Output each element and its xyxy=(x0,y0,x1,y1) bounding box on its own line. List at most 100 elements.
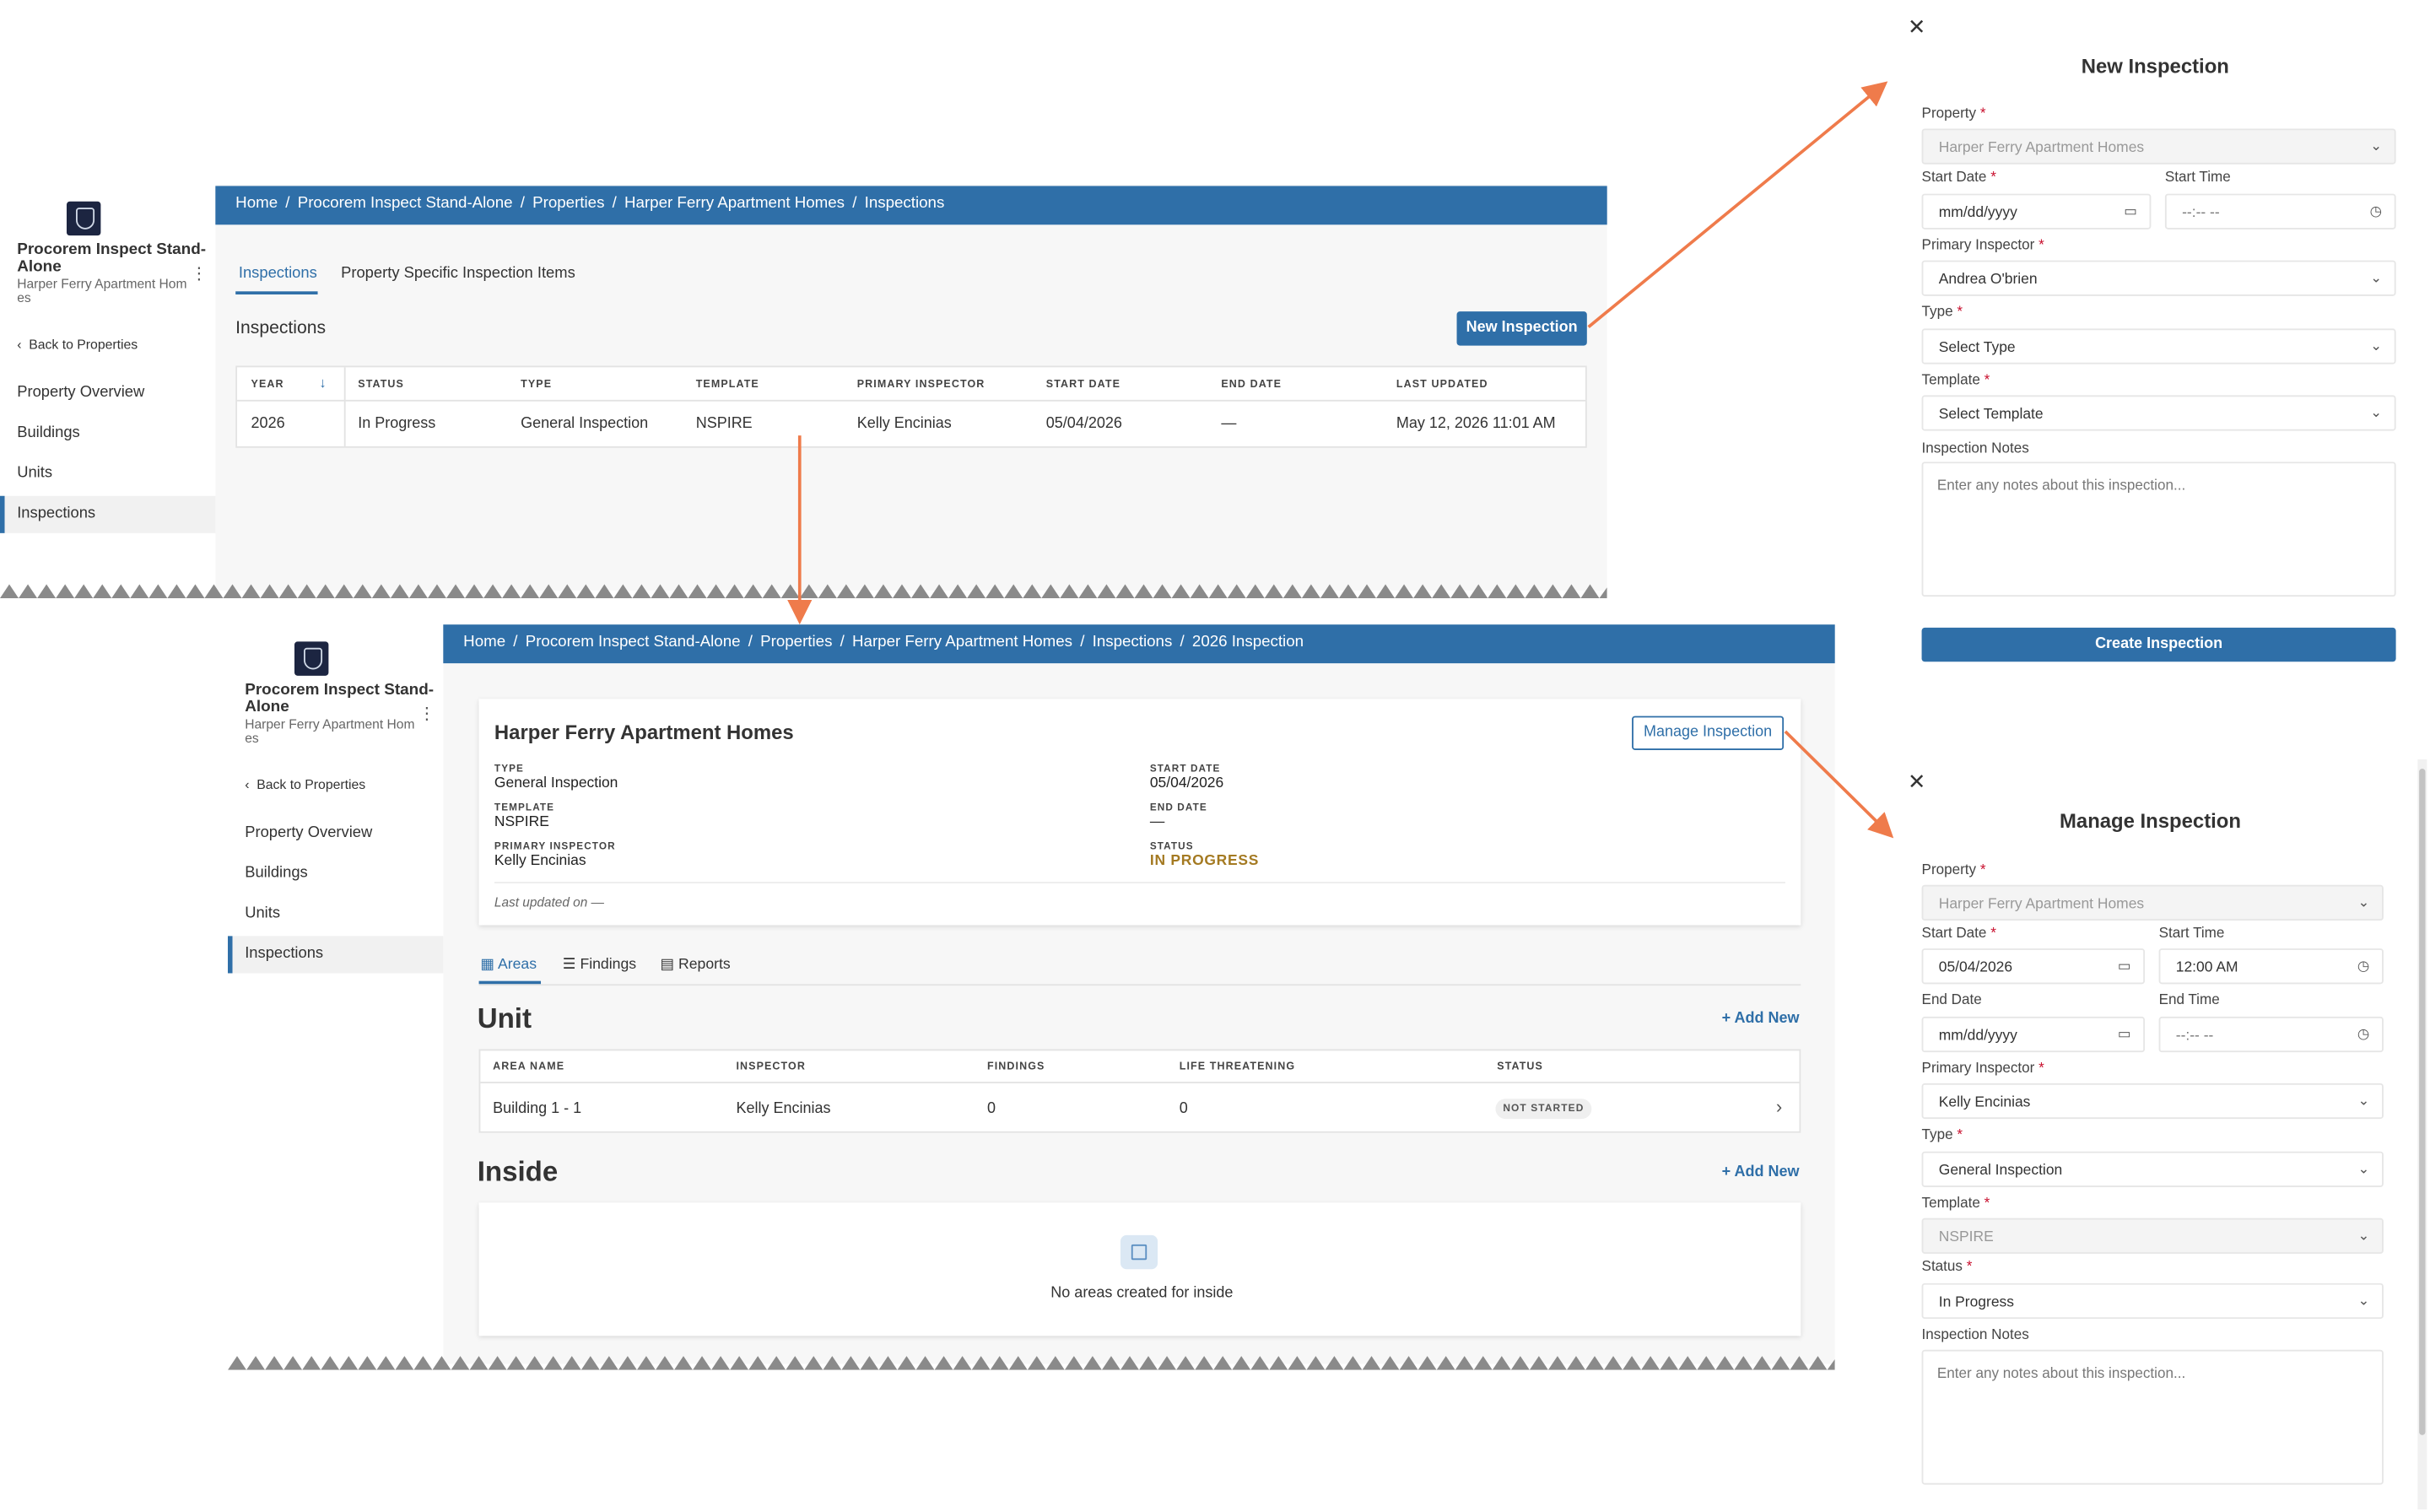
tab-inspections[interactable]: Inspections xyxy=(239,265,317,282)
col-status: STATUS xyxy=(358,379,404,391)
mf-template-label: Template * xyxy=(1921,1195,1990,1211)
close-icon-manage-form[interactable]: ✕ xyxy=(1908,769,1926,795)
col-life-threatening: LIFE THREATENING xyxy=(1179,1061,1296,1073)
chevron-down-icon: ⌄ xyxy=(2370,338,2383,354)
cell-year: 2026 xyxy=(251,415,285,433)
nf-type-label: Type * xyxy=(1921,303,1963,320)
inspector-value: Kelly Encinias xyxy=(494,852,586,870)
mf-end-time-input[interactable]: --:-- -- ◷ xyxy=(2158,1016,2384,1053)
app-logo xyxy=(66,201,101,236)
unit-add-new-button[interactable]: + Add New xyxy=(1722,1011,1800,1028)
breadcrumb-app[interactable]: Procorem Inspect Stand-Alone xyxy=(526,634,741,651)
building-icon xyxy=(1120,1234,1158,1270)
mf-property-select[interactable]: Harper Ferry Apartment Homes ⌄ xyxy=(1921,884,2384,921)
col-status: STATUS xyxy=(1497,1061,1543,1073)
inspections-table: YEAR ↓ STATUS TYPE TEMPLATE PRIMARY INSP… xyxy=(235,365,1587,448)
scrollbar-thumb[interactable] xyxy=(2419,769,2426,1435)
col-type: TYPE xyxy=(521,379,553,391)
calendar-icon[interactable]: ▭ xyxy=(2118,958,2131,975)
active-tab-indicator xyxy=(235,291,318,294)
nf-start-date-label: Start Date * xyxy=(1921,169,1996,185)
chevron-down-icon: ⌄ xyxy=(2357,1292,2370,1309)
col-year[interactable]: YEAR xyxy=(251,380,284,391)
sidebar-item-buildings[interactable]: Buildings xyxy=(17,424,80,441)
breadcrumb-inspections[interactable]: Inspections xyxy=(865,195,945,212)
cell-inspector: Kelly Encinias xyxy=(736,1100,831,1118)
sort-desc-icon[interactable]: ↓ xyxy=(319,375,326,390)
mf-start-time-input[interactable]: 12:00 AM ◷ xyxy=(2158,948,2384,985)
mf-property-label: Property * xyxy=(1921,861,1986,878)
more-options-icon[interactable]: ⋮ xyxy=(191,263,208,284)
calendar-icon[interactable]: ▭ xyxy=(2118,1026,2131,1043)
scrollbar[interactable] xyxy=(2417,759,2427,1509)
cell-end-date: — xyxy=(1221,415,1237,433)
mf-start-date-input[interactable]: 05/04/2026 ▭ xyxy=(1921,948,2146,985)
clock-icon[interactable]: ◷ xyxy=(2357,1026,2369,1043)
breadcrumb-properties[interactable]: Properties xyxy=(532,195,604,212)
chevron-down-icon: ⌄ xyxy=(2370,404,2383,420)
cell-type: General Inspection xyxy=(521,415,649,433)
table-header xyxy=(480,1050,1800,1083)
card-divider xyxy=(494,882,1785,883)
app-name-2: Procorem Inspect Stand- Alone xyxy=(245,682,435,716)
mf-notes-textarea[interactable]: Enter any notes about this inspection... xyxy=(1921,1349,2384,1485)
inside-empty-state: No areas created for inside xyxy=(478,1202,1801,1336)
torn-edge-top xyxy=(0,584,1607,598)
nf-start-date-input[interactable]: mm/dd/yyyy ▭ xyxy=(1921,193,2152,230)
cell-findings: 0 xyxy=(986,1100,996,1118)
calendar-icon[interactable]: ▭ xyxy=(2124,203,2137,220)
breadcrumb-home[interactable]: Home xyxy=(463,634,505,651)
tab-property-specific-items[interactable]: Property Specific Inspection Items xyxy=(341,265,575,282)
document-icon: ▤ xyxy=(660,956,675,974)
breadcrumb-app[interactable]: Procorem Inspect Stand-Alone xyxy=(298,195,513,212)
mf-template-select[interactable]: NSPIRE ⌄ xyxy=(1921,1218,2384,1254)
create-inspection-button[interactable]: Create Inspection xyxy=(1921,627,2396,662)
nf-template-select[interactable]: Select Template ⌄ xyxy=(1921,395,2396,431)
composite-screenshot: Procorem Inspect Stand- Alone Harper Ferr… xyxy=(0,0,2430,1512)
sidebar-item-property-overview-2[interactable]: Property Overview xyxy=(245,824,372,841)
table-row[interactable]: 2026 In Progress General Inspection NSPI… xyxy=(237,403,1585,446)
mf-start-date-label: Start Date * xyxy=(1921,925,1996,941)
breadcrumb-property[interactable]: Harper Ferry Apartment Homes xyxy=(852,634,1072,651)
tab-areas[interactable]: ▦ Areas xyxy=(480,956,537,973)
mf-end-date-input[interactable]: mm/dd/yyyy ▭ xyxy=(1921,1016,2146,1053)
nf-inspector-label: Primary Inspector * xyxy=(1921,237,2044,253)
breadcrumb-property[interactable]: Harper Ferry Apartment Homes xyxy=(624,195,845,212)
sidebar-item-property-overview[interactable]: Property Overview xyxy=(17,385,144,402)
clock-icon[interactable]: ◷ xyxy=(2357,958,2369,975)
nf-type-select[interactable]: Select Type ⌄ xyxy=(1921,328,2396,364)
mf-inspector-select[interactable]: Kelly Encinias ⌄ xyxy=(1921,1083,2384,1120)
nf-property-label: Property * xyxy=(1921,105,1986,122)
table-row[interactable]: Building 1 - 1 Kelly Encinias 0 0 NOT ST… xyxy=(480,1085,1799,1131)
new-inspection-button[interactable]: New Inspection xyxy=(1456,311,1587,346)
breadcrumb-home[interactable]: Home xyxy=(235,195,278,212)
breadcrumb: Home / Procorem Inspect Stand-Alone / Proper… xyxy=(235,195,945,213)
breadcrumb-inspections[interactable]: Inspections xyxy=(1093,634,1173,651)
manage-inspection-button[interactable]: Manage Inspection xyxy=(1632,716,1785,750)
nf-start-time-input[interactable]: --:-- -- ◷ xyxy=(2164,193,2396,230)
close-icon-new-form[interactable]: ✕ xyxy=(1908,14,1926,40)
breadcrumb-properties[interactable]: Properties xyxy=(760,634,832,651)
tab-findings[interactable]: ☰ Findings xyxy=(563,956,636,973)
property-name: Harper Ferry Apartment Hom es xyxy=(17,275,187,305)
mf-status-select[interactable]: In Progress ⌄ xyxy=(1921,1282,2384,1320)
mf-type-select[interactable]: General Inspection ⌄ xyxy=(1921,1151,2384,1187)
back-to-properties-link[interactable]: ‹ Back to Properties xyxy=(17,337,138,352)
sidebar-item-buildings-2[interactable]: Buildings xyxy=(245,865,308,882)
col-start-date: START DATE xyxy=(1045,379,1121,391)
nf-notes-textarea[interactable]: Enter any notes about this inspection... xyxy=(1921,462,2396,597)
inside-add-new-button[interactable]: + Add New xyxy=(1722,1164,1800,1180)
last-updated: Last updated on — xyxy=(494,894,604,910)
chevron-right-icon[interactable]: › xyxy=(1776,1096,1782,1118)
clock-icon[interactable]: ◷ xyxy=(2370,203,2382,220)
new-form-title: New Inspection xyxy=(2081,54,2229,78)
tab-reports[interactable]: ▤ Reports xyxy=(660,956,730,973)
breadcrumb-2: Home / Procorem Inspect Stand-Alone / Proper… xyxy=(463,634,1304,651)
sidebar-item-units-2[interactable]: Units xyxy=(245,905,280,922)
nf-property-select[interactable]: Harper Ferry Apartment Homes ⌄ xyxy=(1921,128,2396,165)
nf-inspector-select[interactable]: Andrea O'brien ⌄ xyxy=(1921,260,2396,296)
back-to-properties-link-2[interactable]: ‹ Back to Properties xyxy=(245,776,365,791)
sidebar-item-inspections-label-2: Inspections xyxy=(245,945,324,963)
more-options-icon-2[interactable]: ⋮ xyxy=(418,704,435,724)
sidebar-item-units[interactable]: Units xyxy=(17,465,52,482)
